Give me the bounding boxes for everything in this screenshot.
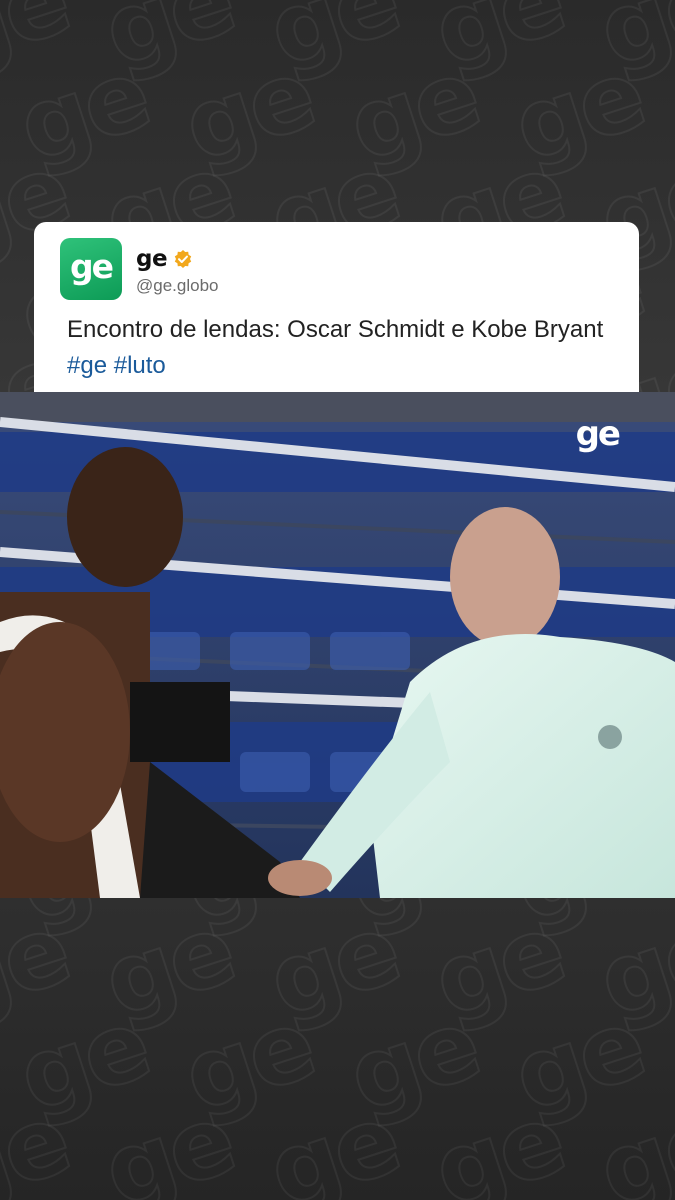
- post-text: Encontro de lendas: Oscar Schmidt e Kobe…: [67, 312, 627, 384]
- hashtag-luto[interactable]: #luto: [114, 352, 166, 379]
- video-scene-illustration: [0, 392, 675, 898]
- account-name[interactable]: ge: [136, 246, 168, 272]
- post-card: ge ge @ge.globo Encontro de lendas: Osca…: [34, 222, 639, 392]
- hashtag-ge[interactable]: #ge: [67, 352, 107, 379]
- account-handle[interactable]: @ge.globo: [136, 276, 219, 296]
- post-text-main: Encontro de lendas: Oscar Schmidt e Kobe…: [67, 316, 604, 343]
- account-name-row: ge: [136, 246, 193, 272]
- ge-avatar[interactable]: ge: [60, 238, 122, 300]
- video-ge-watermark: ge: [575, 414, 621, 454]
- video-frame[interactable]: ge: [0, 392, 675, 898]
- verified-badge-icon: [174, 250, 192, 268]
- avatar-logo-text: ge: [69, 246, 114, 286]
